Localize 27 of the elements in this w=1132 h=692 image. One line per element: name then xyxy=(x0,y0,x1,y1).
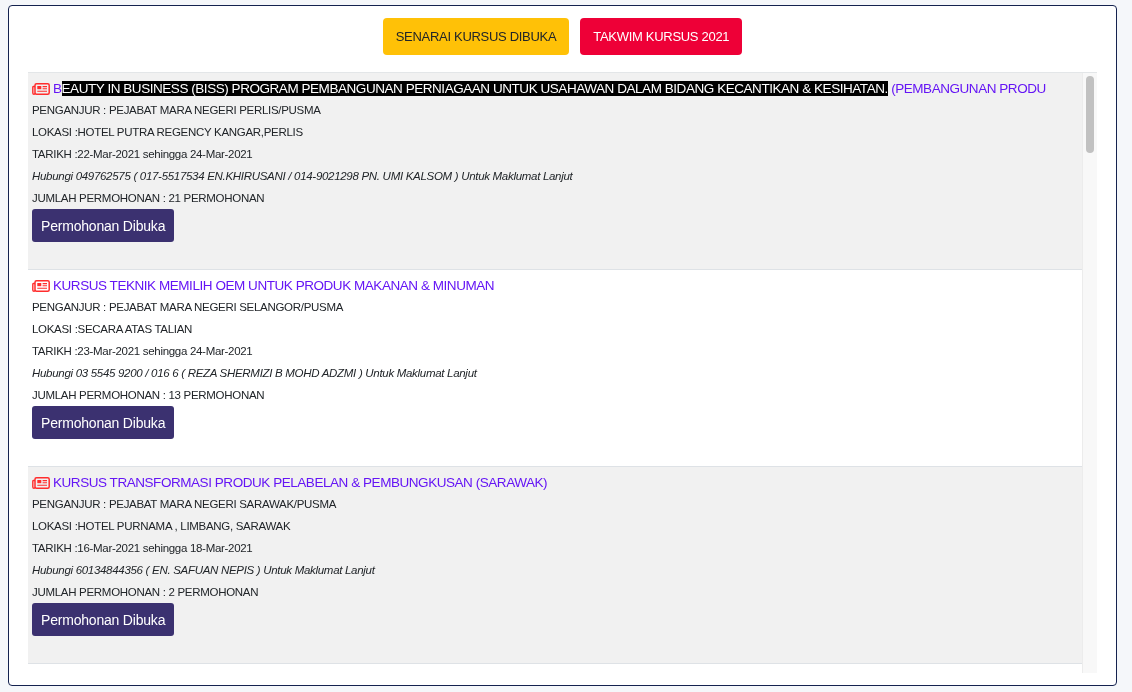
apply-button[interactable]: Permohonan Dibuka xyxy=(32,406,175,439)
date-text: TARIKH :16-Mar-2021 sehingga 18-Mar-2021 xyxy=(32,541,254,556)
scrollbar-track[interactable] xyxy=(1082,73,1097,673)
newspaper-icon xyxy=(32,477,50,489)
course-calendar-button[interactable]: TAKWIM KURSUS 2021 xyxy=(580,18,743,55)
application-count-text: JUMLAH PERMOHONAN : 13 PERMOHONAN xyxy=(32,388,266,403)
location-text: LOKASI :HOTEL PURNAMA , LIMBANG, SARAWAK xyxy=(32,519,292,534)
apply-button[interactable]: Permohonan Dibuka xyxy=(32,603,175,636)
organizer-text: PENGANJUR : PEJABAT MARA NEGERI SARAWAK/PUSMA xyxy=(32,497,338,512)
newspaper-icon xyxy=(32,83,50,95)
scrollbar-thumb[interactable] xyxy=(1086,76,1094,153)
course-title-link[interactable]: KURSUS TEKNIK MEMILIH OEM UNTUK PRODUK MAKANAN & MINUMAN xyxy=(53,277,495,295)
organizer-text: PENGANJUR : PEJABAT MARA NEGERI SELANGOR/PUSMA xyxy=(32,300,345,315)
contact-text: Hubungi 03 5545 9200 / 016 6 ( REZA SHERMIZI B MOHD ADZMI ) Untuk Maklumat Lanjut xyxy=(32,366,479,381)
date-text: TARIKH :22-Mar-2021 sehingga 24-Mar-2021 xyxy=(32,147,254,162)
application-count-text: JUMLAH PERMOHONAN : 21 PERMOHONAN xyxy=(32,191,266,206)
contact-text: Hubungi 049762575 ( 017-5517534 EN.KHIRUSANI / 014-9021298 PN. UMI KALSOM ) Untuk Maklumat Lanjut xyxy=(32,169,574,184)
course-list-button[interactable]: SENARAI KURSUS DIBUKA xyxy=(382,18,570,55)
newspaper-icon xyxy=(32,280,50,292)
location-text: LOKASI :SECARA ATAS TALIAN xyxy=(32,322,194,337)
date-text: TARIKH :23-Mar-2021 sehingga 24-Mar-2021 xyxy=(32,344,254,359)
course-title-link[interactable]: KURSUS TRANSFORMASI PRODUK PELABELAN & PEMBUNGKUSAN (SARAWAK) xyxy=(53,474,548,492)
application-count-text: JUMLAH PERMOHONAN : 2 PERMOHONAN xyxy=(32,585,260,600)
apply-button[interactable]: Permohonan Dibuka xyxy=(32,209,175,242)
contact-text: Hubungi 60134844356 ( EN. SAFUAN NEPIS ) Untuk Maklumat Lanjut xyxy=(32,563,377,578)
organizer-text: PENGANJUR : PEJABAT MARA NEGERI PERLIS/PUSMA xyxy=(32,103,322,118)
location-text: LOKASI :HOTEL PUTRA REGENCY KANGAR,PERLIS xyxy=(32,125,304,140)
